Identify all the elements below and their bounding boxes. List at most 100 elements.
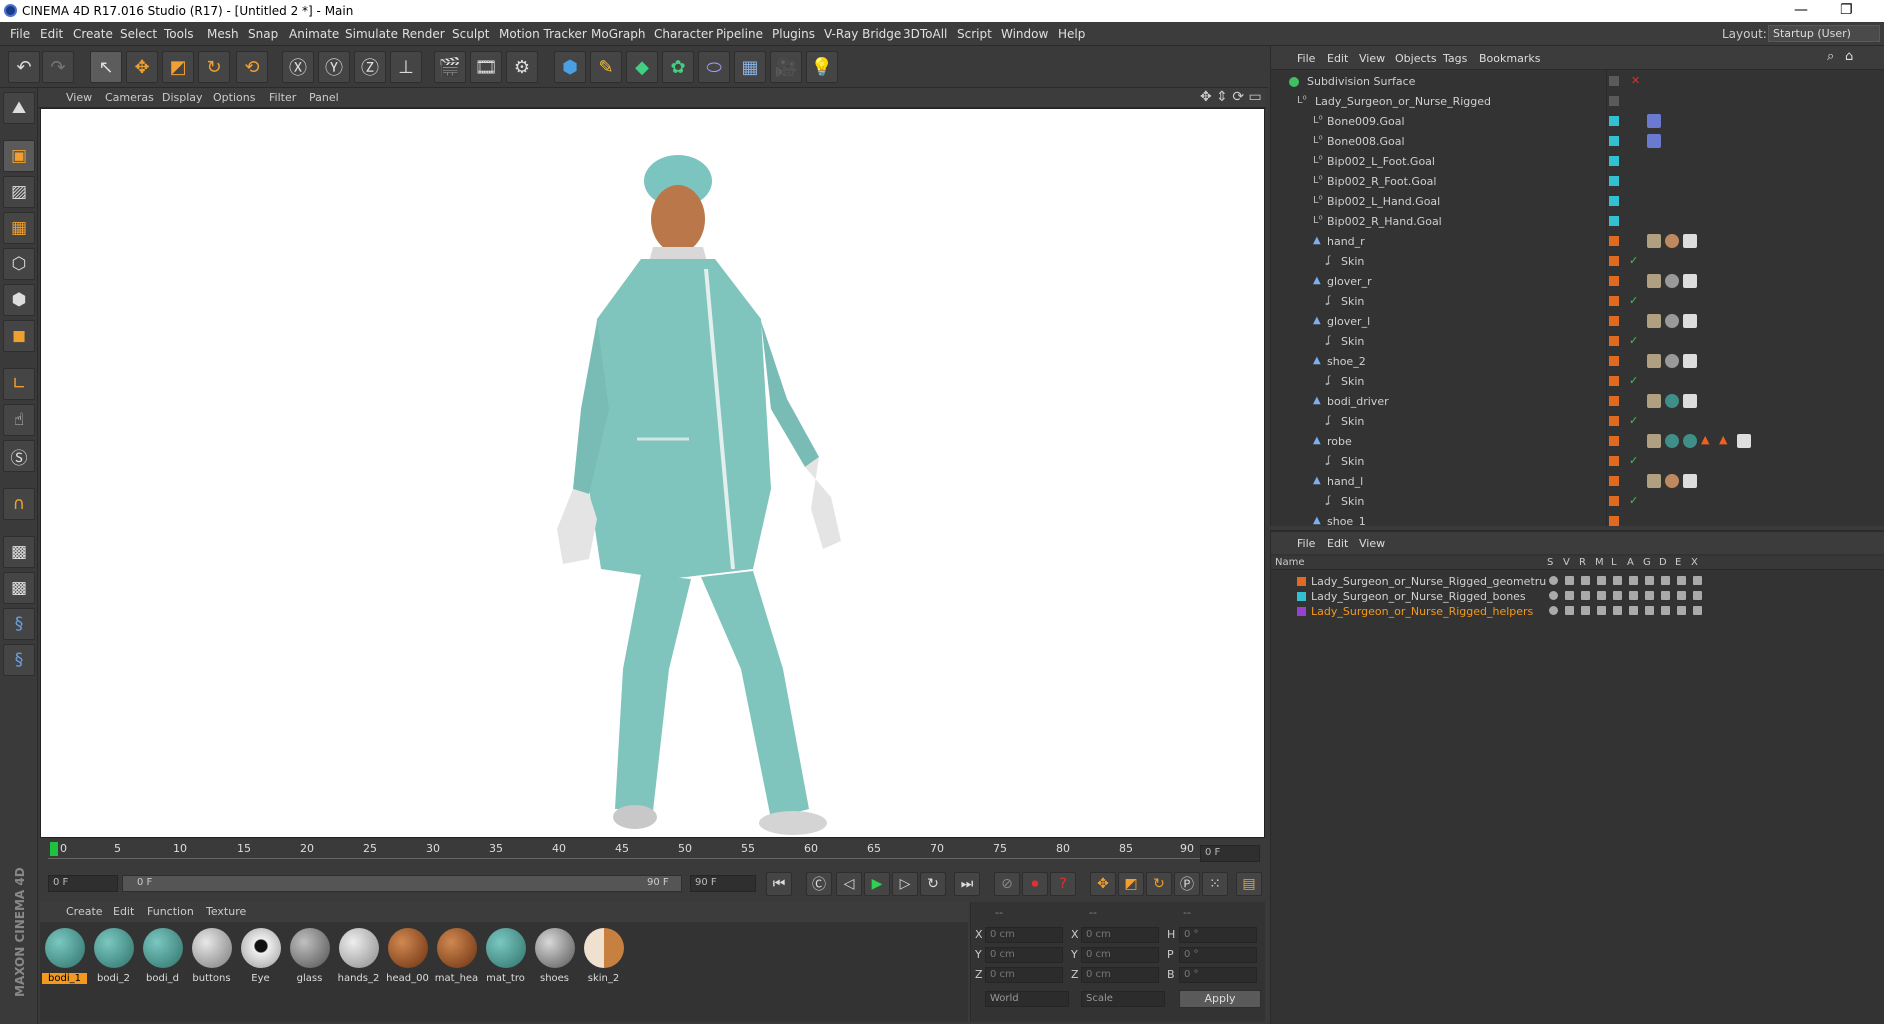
menu-pipeline[interactable]: Pipeline [716, 27, 763, 41]
menu-create[interactable]: Create [73, 27, 113, 41]
expression-icon[interactable] [1677, 576, 1686, 585]
lm-menu-file[interactable]: File [1297, 537, 1315, 550]
apply-button[interactable]: Apply [1179, 990, 1261, 1008]
lm-menu-view[interactable]: View [1359, 537, 1385, 550]
polygons-mode-button[interactable]: ◼ [3, 320, 35, 352]
object-row[interactable]: L⁰ Bip002_L_Hand.Goal [1271, 192, 1884, 212]
render-icon[interactable] [1581, 576, 1590, 585]
layer-row[interactable]: Lady_Surgeon_or_Nurse_Rigged_bones [1271, 589, 1884, 604]
redo-button[interactable]: ↷ [42, 51, 74, 83]
restore-button[interactable]: ❐ [1840, 2, 1853, 18]
object-row[interactable]: ʆ Skin ✓ [1271, 452, 1884, 472]
object-row[interactable]: ʆ Skin ✓ [1271, 252, 1884, 272]
menu-edit[interactable]: Edit [40, 27, 63, 41]
menu-mesh[interactable]: Mesh [207, 27, 239, 41]
pos-x-field[interactable]: 0 cm [985, 927, 1063, 943]
lm-menu-edit[interactable]: Edit [1327, 537, 1348, 550]
material-swatch[interactable]: bodi_1 [42, 926, 87, 986]
size-x-field[interactable]: 0 cm [1081, 927, 1159, 943]
om-menu-file[interactable]: File [1297, 52, 1315, 65]
timeline-layout-button[interactable]: ▤ [1236, 872, 1262, 896]
edges-mode-button[interactable]: ⬢ [3, 284, 35, 316]
start-frame-field[interactable]: 0 F [48, 875, 118, 892]
size-y-field[interactable]: 0 cm [1081, 947, 1159, 963]
array-object-button[interactable]: ✿ [662, 51, 694, 83]
lock-icon[interactable] [1613, 576, 1622, 585]
layout-select[interactable]: Startup (User) [1768, 25, 1880, 42]
animation-icon[interactable] [1629, 591, 1638, 600]
layer-row[interactable]: Lady_Surgeon_or_Nurse_Rigged_helpers [1271, 604, 1884, 619]
col-xrefs[interactable]: X [1691, 557, 1698, 568]
solo-icon[interactable] [1549, 591, 1558, 600]
object-row[interactable]: Subdivision Surface ✕ [1271, 72, 1884, 92]
deformer-icon[interactable] [1661, 606, 1670, 615]
play-button[interactable]: ▶ [864, 872, 890, 896]
object-row[interactable]: ʆ Skin ✓ [1271, 492, 1884, 512]
manager-icon[interactable] [1597, 606, 1606, 615]
visibility-icon[interactable] [1565, 576, 1574, 585]
autokey-button[interactable]: ⏺ [1022, 872, 1048, 896]
pen-spline-button[interactable]: ✎ [590, 51, 622, 83]
scale-tool-button[interactable]: ◩ [162, 51, 194, 83]
viewport-menu-filter[interactable]: Filter [269, 91, 296, 104]
tweak-mode-button[interactable]: ☝ [3, 404, 35, 436]
render-view-button[interactable]: 🎬 [434, 51, 466, 83]
frame-range-slider[interactable]: 0 F 90 F [122, 875, 682, 892]
material-menu-function[interactable]: Function [147, 905, 194, 918]
animation-icon[interactable] [1629, 606, 1638, 615]
col-animation[interactable]: A [1627, 557, 1634, 568]
object-row[interactable]: ▲ glover_l [1271, 312, 1884, 332]
visibility-icon[interactable] [1565, 606, 1574, 615]
viewport-menu-options[interactable]: Options [213, 91, 255, 104]
menu-simulate[interactable]: Simulate [345, 27, 398, 41]
keyframe-selection-button[interactable]: ? [1050, 872, 1076, 896]
y-axis-lock-button[interactable]: Ⓨ [318, 51, 350, 83]
floor-object-button[interactable]: ▦ [734, 51, 766, 83]
snap-button[interactable]: Ⓢ [3, 440, 35, 472]
coordinate-space-select[interactable]: World [985, 991, 1069, 1007]
subdivision-surface-button[interactable]: ◆ [626, 51, 658, 83]
menu-file[interactable]: File [10, 27, 30, 41]
object-row[interactable]: ʆ Skin ✓ [1271, 412, 1884, 432]
manager-icon[interactable] [1597, 576, 1606, 585]
col-render[interactable]: R [1579, 557, 1586, 568]
light-object-button[interactable]: 💡 [806, 51, 838, 83]
om-menu-bookmarks[interactable]: Bookmarks [1479, 52, 1540, 65]
menu-help[interactable]: Help [1058, 27, 1085, 41]
material-swatch[interactable]: head_00 [385, 926, 430, 986]
col-manager[interactable]: M [1595, 557, 1604, 568]
material-swatch[interactable]: mat_tro [483, 926, 528, 986]
material-swatch[interactable]: mat_hea [434, 926, 479, 986]
x-axis-lock-button[interactable]: Ⓧ [282, 51, 314, 83]
viewport-menu-view[interactable]: View [66, 91, 92, 104]
material-swatch[interactable]: skin_2 [581, 926, 626, 986]
material-swatch[interactable]: bodi_d [140, 926, 185, 986]
menu-animate[interactable]: Animate [289, 27, 339, 41]
object-row[interactable]: L⁰ Bip002_R_Hand.Goal [1271, 212, 1884, 232]
col-locked[interactable]: L [1611, 557, 1617, 568]
timeline-ruler[interactable]: 0 5 10 15 20 25 30 35 40 45 50 55 60 65 … [40, 840, 1265, 868]
move-tool-button[interactable]: ✥ [126, 51, 158, 83]
lock-icon[interactable] [1613, 606, 1622, 615]
key-parameter-button[interactable]: Ⓟ [1174, 872, 1200, 896]
col-name[interactable]: Name [1275, 557, 1305, 568]
viewport-menu-cameras[interactable]: Cameras [105, 91, 154, 104]
material-swatch[interactable]: buttons [189, 926, 234, 986]
generator-icon[interactable] [1645, 576, 1654, 585]
workplane-lock-button[interactable]: ▩ [3, 536, 35, 568]
size-mode-select[interactable]: Scale [1081, 991, 1165, 1007]
object-row[interactable]: L⁰ Bip002_L_Foot.Goal [1271, 152, 1884, 172]
material-swatch[interactable]: shoes [532, 926, 577, 986]
object-row[interactable]: ▲ bodi_driver [1271, 392, 1884, 412]
om-menu-edit[interactable]: Edit [1327, 52, 1348, 65]
menu-render[interactable]: Render [402, 27, 445, 41]
workplane-align-button[interactable]: ▩ [3, 572, 35, 604]
xref-icon[interactable] [1693, 591, 1702, 600]
record-keys-button[interactable]: ⊘ [994, 872, 1020, 896]
material-menu-edit[interactable]: Edit [113, 905, 134, 918]
expression-icon[interactable] [1677, 591, 1686, 600]
object-row[interactable]: ▲ shoe_2 [1271, 352, 1884, 372]
col-view[interactable]: V [1563, 557, 1570, 568]
menu-motion-tracker[interactable]: Motion Tracker [499, 27, 587, 41]
search-icon[interactable]: ⌕ [1827, 49, 1834, 64]
